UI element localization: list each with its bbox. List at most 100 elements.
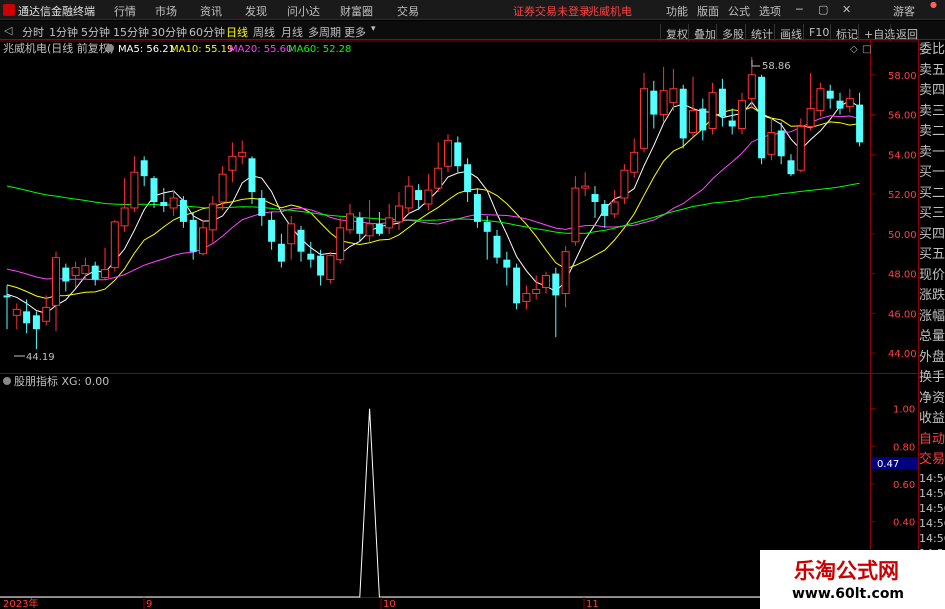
menu-item[interactable]: 问小达 <box>287 3 320 19</box>
quote-panel-row[interactable]: 卖五 <box>919 61 945 82</box>
indicator-settings-icon[interactable] <box>3 377 11 385</box>
quote-panel-row[interactable]: 卖三 <box>919 102 945 123</box>
candle-body-up <box>120 207 129 227</box>
dropdown-arrow-icon[interactable]: ◁ <box>4 24 12 37</box>
quote-panel-row[interactable]: 外盘 <box>919 348 945 369</box>
quote-panel-row[interactable]: 14:56 <box>919 516 945 531</box>
candle-body-up <box>110 221 119 269</box>
candle-body-up <box>404 185 413 209</box>
quote-panel-row[interactable]: 交易 <box>919 450 945 471</box>
quote-panel-row[interactable]: 收益 <box>919 409 945 430</box>
candle-body-down <box>179 200 187 222</box>
indicator-title: 股朋指标 XG: 0.00 <box>14 374 109 388</box>
candle-body-down <box>856 104 864 143</box>
quote-panel-row[interactable]: 现价 <box>919 266 945 287</box>
candle-body-down <box>718 88 726 117</box>
period-tab[interactable]: 1分钟 <box>49 24 78 40</box>
period-tab[interactable]: 更多 <box>344 24 366 40</box>
candle-body-down <box>3 295 11 298</box>
quote-panel-row[interactable]: 涨跌 <box>919 286 945 307</box>
quote-panel-row[interactable]: 14:56 <box>919 531 945 546</box>
menu-item[interactable]: 版面 <box>697 3 719 19</box>
candle-body-down <box>23 311 31 324</box>
period-tab[interactable]: 5分钟 <box>81 24 110 40</box>
quote-panel-row[interactable]: 卖二 <box>919 122 945 143</box>
candle-body-down <box>699 108 707 131</box>
candle-body-up <box>747 74 756 100</box>
price-axis: 58.00 56.00 54.00 52.00 50.00 48.00 46.00 44.00 <box>870 71 917 360</box>
high-marker <box>751 60 760 67</box>
period-tab-active[interactable]: 日线 <box>226 24 248 40</box>
menu-item[interactable]: 功能 <box>666 3 688 19</box>
guest-label[interactable]: 游客 <box>893 3 915 19</box>
quote-panel-row[interactable]: 买一 <box>919 163 945 184</box>
xg-line <box>0 408 860 598</box>
indicator-tick-label: 0.80 <box>893 442 915 453</box>
quote-panel-row[interactable]: 净资 <box>919 389 945 410</box>
candle-body-up <box>610 201 619 215</box>
price-tick-label: 56.00 <box>888 111 917 122</box>
indicator-tick-label: 0.60 <box>893 480 915 491</box>
maximize-button[interactable]: ▢ <box>818 3 828 16</box>
period-tab[interactable]: 周线 <box>253 24 275 40</box>
menu-item[interactable]: 发现 <box>245 3 267 19</box>
draw-line-button[interactable]: 画线 <box>774 24 806 41</box>
app-logo-icon <box>3 4 15 16</box>
low-price-label: 44.19 <box>26 352 55 363</box>
quote-panel-row[interactable]: 换手 <box>919 368 945 389</box>
candle-body-down <box>513 267 521 304</box>
quote-panel-row[interactable]: 买四 <box>919 225 945 246</box>
period-tab[interactable]: 分时 <box>22 24 44 40</box>
candle-body-up <box>542 275 550 288</box>
maximize-chart-icon[interactable]: □ <box>862 44 871 55</box>
back-button[interactable]: 返回 <box>890 24 922 41</box>
quote-panel-row[interactable]: 自动 <box>919 430 945 451</box>
menu-item[interactable]: 财富圈 <box>340 3 373 19</box>
time-label: 10 <box>383 599 396 609</box>
chart-area[interactable]: 58.00 56.00 54.00 52.00 50.00 48.00 46.00 44.00… <box>0 40 945 609</box>
menu-item[interactable]: 资讯 <box>200 3 222 19</box>
candle-body-down <box>140 160 148 177</box>
settings-icon[interactable] <box>106 44 114 52</box>
quote-panel-row[interactable]: 14:56 <box>919 501 945 516</box>
candle-body-up <box>669 88 678 104</box>
price-tick-label: 50.00 <box>888 230 917 241</box>
menu-item[interactable]: 行情 <box>114 3 136 19</box>
menu-item[interactable]: 公式 <box>728 3 750 19</box>
time-label: 9 <box>146 599 152 609</box>
more-arrow-icon[interactable]: ▾ <box>371 24 376 34</box>
period-tab[interactable]: 15分钟 <box>113 24 149 40</box>
quote-panel-row[interactable]: 买三 <box>919 204 945 225</box>
time-label: 11 <box>586 599 599 609</box>
f10-button[interactable]: F10 <box>803 24 833 41</box>
candle-body-up <box>561 251 570 294</box>
statistics-button[interactable]: 统计 <box>745 24 777 41</box>
quote-panel-row[interactable]: 14:56 <box>919 486 945 501</box>
candle-body-down <box>317 255 325 276</box>
candle-body-up <box>199 227 207 255</box>
menu-item[interactable]: 选项 <box>759 3 781 19</box>
quote-panel-row[interactable]: 卖四 <box>919 81 945 102</box>
period-tab[interactable]: 月线 <box>281 24 303 40</box>
quote-panel-row[interactable]: 涨幅 <box>919 307 945 328</box>
collapse-icon[interactable]: ◇ <box>850 44 858 55</box>
candle-body-down <box>375 223 383 234</box>
quote-panel-row[interactable]: 卖一 <box>919 143 945 164</box>
quote-panel-row[interactable]: 总量 <box>919 327 945 348</box>
period-tab[interactable]: 60分钟 <box>189 24 225 40</box>
quote-panel-row[interactable]: 委比 <box>919 40 945 61</box>
login-notice[interactable]: 证券交易未登录 <box>513 3 590 19</box>
quote-panel-row[interactable]: 买二 <box>919 184 945 205</box>
period-tab[interactable]: 多周期 <box>308 24 341 40</box>
multi-stock-button[interactable]: 多股 <box>716 24 748 41</box>
quote-panel-row[interactable]: 14:56 <box>919 471 945 486</box>
menu-item[interactable]: 市场 <box>155 3 177 19</box>
quote-panel-row[interactable]: 买五 <box>919 245 945 266</box>
minimize-button[interactable]: ─ <box>796 3 803 16</box>
notification-icon[interactable]: ● <box>930 0 937 9</box>
menu-item[interactable]: 交易 <box>397 3 419 19</box>
period-tab[interactable]: 30分钟 <box>151 24 187 40</box>
price-tick-label: 46.00 <box>888 309 917 320</box>
candle-body-down <box>650 90 658 115</box>
close-button[interactable]: ✕ <box>842 3 851 16</box>
